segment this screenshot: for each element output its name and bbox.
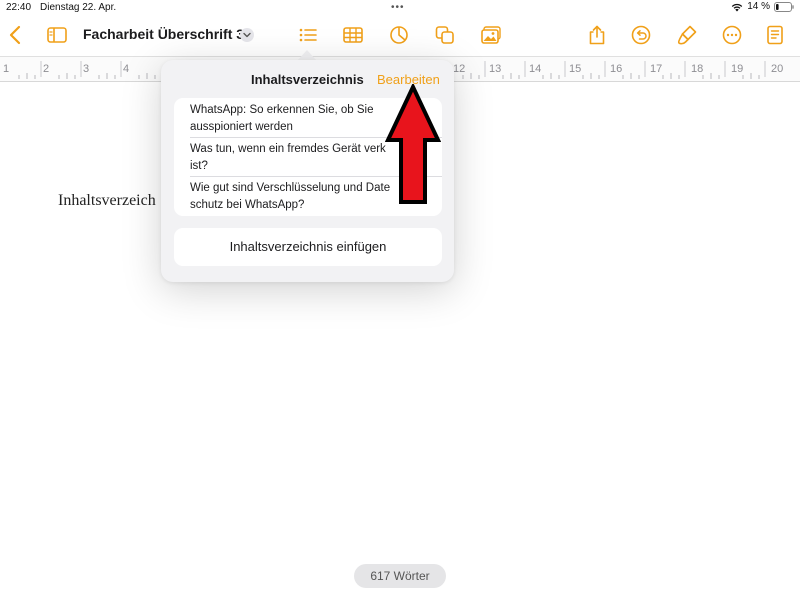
- toolbar: Facharbeit Überschrift 3: [0, 16, 800, 54]
- ruler-number: 14: [529, 63, 542, 75]
- popover-title: Inhaltsverzeichnis: [251, 72, 364, 87]
- ruler-number: 19: [731, 63, 744, 75]
- table-icon[interactable]: [342, 24, 364, 46]
- annotation-arrow-icon: [385, 84, 441, 204]
- document-toc-heading[interactable]: Inhaltsverzeich: [58, 192, 156, 210]
- status-bar: 22:40 Dienstag 22. Apr. ••• 14 %: [0, 0, 800, 16]
- shapes-icon[interactable]: [434, 24, 456, 46]
- ruler-number: 13: [489, 63, 502, 75]
- chart-icon[interactable]: [388, 24, 410, 46]
- list-icon[interactable]: [297, 24, 319, 46]
- ruler-number: 4: [123, 63, 130, 75]
- battery-percent: 14 %: [747, 1, 770, 12]
- wifi-icon: [732, 3, 743, 11]
- status-time: 22:40: [6, 2, 32, 13]
- ruler-number: 18: [691, 63, 704, 75]
- ruler-number: 1: [3, 63, 10, 75]
- status-right: 14 %: [731, 1, 794, 12]
- ruler-number: 2: [43, 63, 50, 75]
- ruler-number: 15: [569, 63, 582, 75]
- ruler-number: 17: [650, 63, 663, 75]
- back-chevron-icon[interactable]: [5, 24, 27, 46]
- share-icon[interactable]: [586, 24, 608, 46]
- format-brush-icon[interactable]: [676, 24, 698, 46]
- undo-icon[interactable]: [630, 24, 652, 46]
- document-icon[interactable]: [764, 24, 786, 46]
- battery-icon: [774, 1, 794, 12]
- sidebar-icon[interactable]: [46, 24, 68, 46]
- ruler-number: 20: [771, 63, 784, 75]
- insert-toc-button[interactable]: Inhaltsverzeichnis einfügen: [174, 228, 442, 266]
- popover-arrow: [298, 50, 316, 60]
- ruler-number: 12: [453, 63, 466, 75]
- chevron-down-icon[interactable]: [240, 28, 254, 42]
- document-title[interactable]: Facharbeit Überschrift 3: [83, 26, 244, 42]
- media-icon[interactable]: [480, 24, 502, 46]
- ruler-number: 16: [610, 63, 623, 75]
- more-icon[interactable]: [721, 24, 743, 46]
- ruler-number: 3: [83, 63, 90, 75]
- word-count-badge[interactable]: 617 Wörter: [354, 564, 446, 588]
- status-date: Dienstag 22. Apr.: [40, 2, 117, 13]
- multitasking-dots[interactable]: •••: [391, 2, 405, 13]
